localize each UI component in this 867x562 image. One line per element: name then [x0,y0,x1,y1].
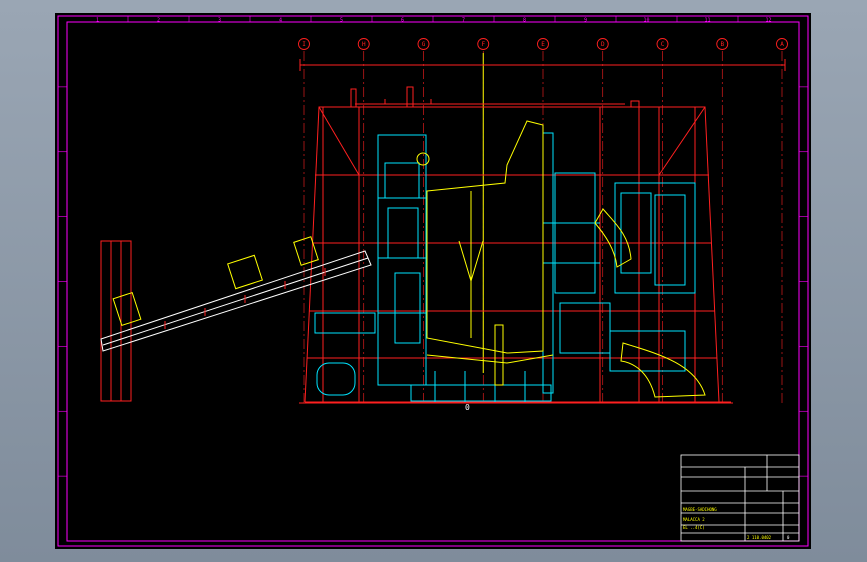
grid-tick-label: 5 [340,18,343,24]
title-block-title-1: MALACCA 2 [683,517,705,522]
title-block-drawing-number: 2 110.0402 [747,535,772,540]
conveyor-support-tower [100,240,132,402]
column-axis-label: B [720,41,724,48]
cad-drawing-viewport[interactable]: 1 2 3 4 5 6 7 8 9 10 11 12 IHGFEDCBA 0 M… [55,13,811,549]
grid-tick-label: 3 [218,18,221,24]
title-block-title-2: EL ..4(C) [683,525,705,530]
grid-tick-label: 1 [96,18,99,24]
grid-tick-label: 9 [584,18,587,24]
grid-tick-label: 8 [523,18,526,24]
cad-drawing: 1 2 3 4 5 6 7 8 9 10 11 12 IHGFEDCBA 0 M… [57,15,809,547]
inner-border [66,21,800,542]
column-axis-label: E [541,41,545,48]
column-axis-label: D [601,41,605,48]
bottom-marker: 0 [465,403,470,412]
column-axis-h: H [357,38,370,405]
grid-tick-label: 11 [704,18,710,24]
grid-tick-label: 7 [462,18,465,24]
column-axis-d: D [596,38,609,405]
title-block-sheet: 0 [787,535,790,540]
column-axis-a: A [776,38,788,405]
coal-conveyor [100,236,372,402]
grid-tick-label: 10 [643,18,649,24]
column-axis-label: C [661,41,665,48]
grid-tick-label: 12 [765,18,771,24]
column-axis-label: I [302,41,306,48]
column-axis-label: H [362,41,366,48]
title-block-company: MAGBE-SADIHONG [683,507,717,512]
plant-equipment [314,132,696,402]
column-axis-label: F [481,41,485,48]
column-axis-label: A [780,41,784,48]
grid-tick-label: 2 [157,18,160,24]
grid-tick-label: 6 [401,18,404,24]
column-axis-b: B [716,38,729,405]
grid-tick-label: 4 [279,18,282,24]
column-axis-label: G [422,41,426,48]
boiler-furnace [416,120,706,398]
